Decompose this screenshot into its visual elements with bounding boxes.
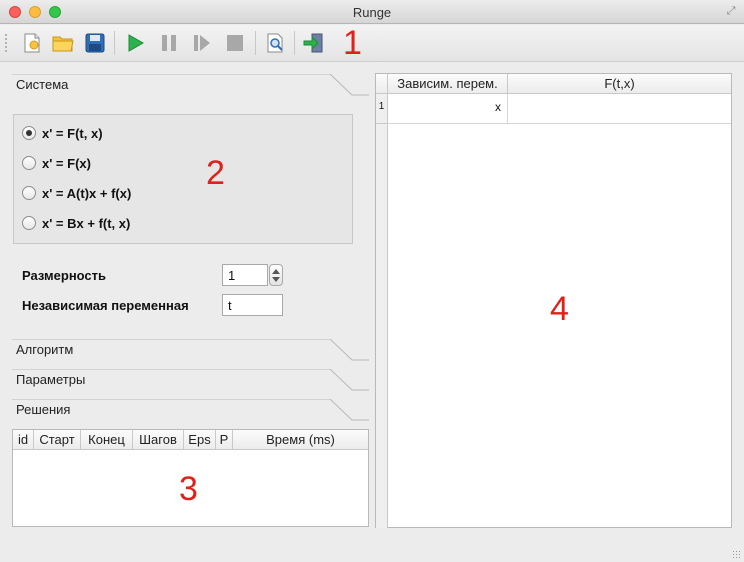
column-header-time[interactable]: Время (ms) (233, 430, 368, 450)
row-header-column (376, 94, 388, 528)
panel-title-solutions: Решения (16, 402, 71, 417)
save-floppy-icon[interactable] (83, 31, 107, 55)
column-header-p[interactable]: P (216, 430, 233, 450)
column-header-id[interactable]: id (13, 430, 34, 450)
window-resize-grip[interactable] (732, 550, 742, 560)
solutions-table[interactable]: id Старт Конец Шагов Eps P Время (ms) 3 (12, 429, 369, 527)
cell-dependent-variable[interactable]: x (388, 94, 508, 124)
column-header-end[interactable]: Конец (81, 430, 133, 450)
column-header-function[interactable]: F(t,x) (508, 74, 731, 94)
pause-icon[interactable] (157, 31, 181, 55)
radio-unchecked[interactable] (22, 156, 36, 170)
column-header-eps[interactable]: Eps (184, 430, 216, 450)
annotation-1: 1 (343, 24, 362, 62)
panel-header-algorithm[interactable]: Алгоритм (12, 339, 369, 361)
system-option-1[interactable]: x' = F(t, x) (22, 123, 103, 143)
column-header-start[interactable]: Старт (34, 430, 81, 450)
dimension-input[interactable]: 1 (222, 264, 268, 286)
independent-variable-input[interactable]: t (222, 294, 283, 316)
independent-variable-label: Независимая переменная (22, 298, 189, 313)
system-option-label: x' = F(t, x) (42, 125, 103, 141)
panel-title-algorithm: Алгоритм (16, 342, 74, 357)
row-header[interactable]: 1 (376, 94, 388, 124)
toolbar-grip[interactable] (4, 33, 8, 53)
fullscreen-icon[interactable]: ⤢ (724, 4, 738, 18)
column-header-steps[interactable]: Шагов (133, 430, 184, 450)
dimension-label: Размерность (22, 268, 107, 283)
panel-title-parameters: Параметры (16, 372, 86, 387)
toolbar: 1 (0, 24, 744, 62)
annotation-4: 4 (550, 290, 569, 328)
system-option-label: x' = F(x) (42, 155, 91, 171)
panel-header-solutions[interactable]: Решения (12, 399, 369, 421)
system-option-label: x' = A(t)x + f(x) (42, 185, 132, 201)
title-bar: Runge ⤢ (0, 0, 744, 24)
step-forward-icon[interactable] (190, 31, 214, 55)
annotation-3: 3 (179, 470, 198, 508)
preview-icon[interactable] (263, 31, 287, 55)
system-option-2[interactable]: x' = F(x) (22, 153, 91, 173)
stepper-down-icon[interactable] (272, 277, 280, 282)
panel-header-system[interactable]: Система (12, 74, 369, 96)
equations-table[interactable]: Зависим. перем. F(t,x) 1 x 4 (375, 73, 732, 528)
run-play-icon[interactable] (123, 31, 147, 55)
system-option-4[interactable]: x' = Bx + f(t, x) (22, 213, 130, 233)
new-document-icon[interactable] (20, 31, 44, 55)
stepper-up-icon[interactable] (272, 269, 280, 274)
corner-header (376, 74, 388, 94)
column-header-dependent-variable[interactable]: Зависим. перем. (388, 74, 508, 94)
annotation-2: 2 (206, 154, 225, 192)
radio-unchecked[interactable] (22, 186, 36, 200)
dimension-stepper[interactable] (269, 264, 283, 286)
stop-icon[interactable] (223, 31, 247, 55)
exit-icon[interactable] (302, 31, 326, 55)
panel-title-system: Система (16, 77, 69, 92)
system-option-label: x' = Bx + f(t, x) (42, 215, 131, 231)
panel-header-parameters[interactable]: Параметры (12, 369, 369, 391)
system-option-3[interactable]: x' = A(t)x + f(x) (22, 183, 131, 203)
window-title: Runge (352, 5, 392, 20)
open-folder-icon[interactable] (51, 31, 75, 55)
radio-checked[interactable] (22, 126, 36, 140)
cell-function[interactable] (508, 94, 731, 124)
radio-unchecked[interactable] (22, 216, 36, 230)
